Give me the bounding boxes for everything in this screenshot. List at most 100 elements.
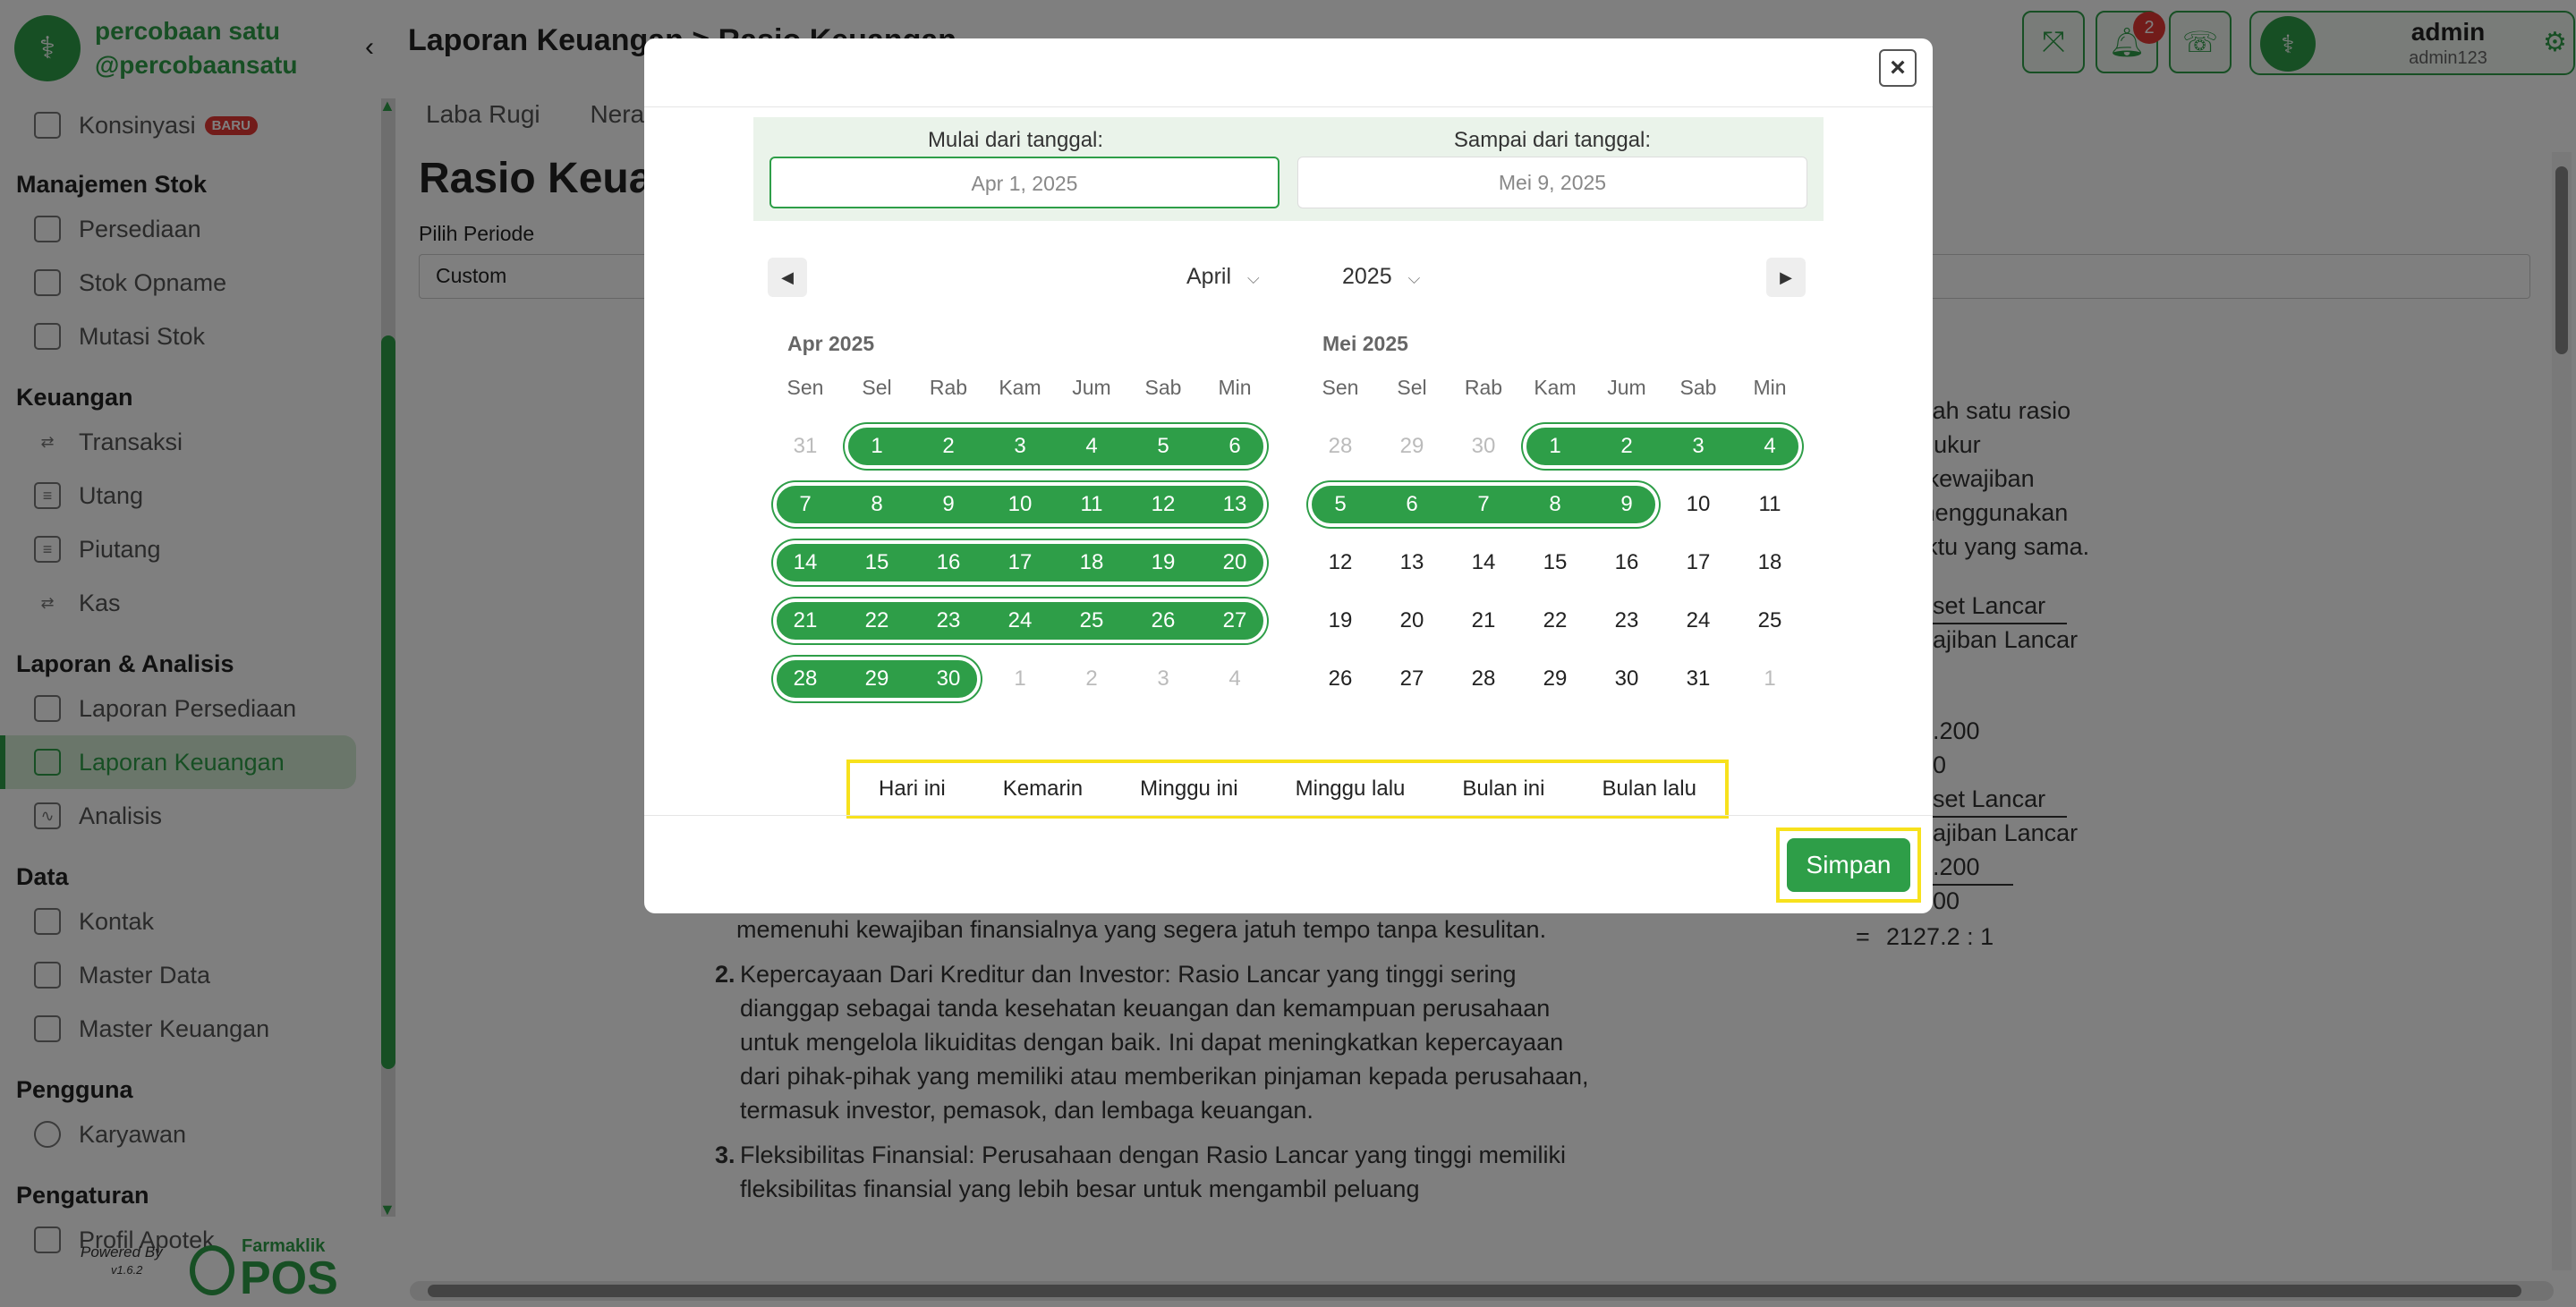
day-cell[interactable]: 28 [769, 649, 841, 708]
day-cell[interactable]: 27 [1376, 649, 1448, 708]
week-row: 26 27 28 29 30 31 1 [1305, 649, 1806, 708]
day-cell[interactable]: 29 [1519, 649, 1591, 708]
day-cell[interactable]: 16 [1591, 533, 1662, 591]
day-cell[interactable]: 28 [1448, 649, 1519, 708]
week-row: 19 20 21 22 23 24 25 [1305, 591, 1806, 649]
day-cell[interactable]: 30 [1448, 417, 1519, 475]
day-cell[interactable]: 7 [1448, 475, 1519, 533]
day-cell[interactable]: 21 [769, 591, 841, 649]
chevron-down-icon: ⌵ [1247, 269, 1260, 287]
preset-yesterday[interactable]: Kemarin [1003, 777, 1083, 802]
day-cell[interactable]: 23 [1591, 591, 1662, 649]
day-cell[interactable]: 11 [1056, 475, 1127, 533]
day-cell[interactable]: 22 [1519, 591, 1591, 649]
day-cell[interactable]: 3 [1127, 649, 1199, 708]
day-cell[interactable]: 10 [984, 475, 1056, 533]
day-cell[interactable]: 1 [1734, 649, 1806, 708]
close-button[interactable]: × [1879, 49, 1917, 87]
preset-this-week[interactable]: Minggu ini [1140, 777, 1237, 802]
day-cell[interactable]: 30 [913, 649, 984, 708]
day-cell[interactable]: 4 [1199, 649, 1271, 708]
day-cell[interactable]: 24 [1662, 591, 1734, 649]
end-date-input[interactable]: Mei 9, 2025 [1297, 157, 1807, 208]
preset-ranges: Hari ini Kemarin Minggu ini Minggu lalu … [846, 760, 1729, 819]
prev-month-button[interactable]: ◀ [768, 258, 807, 297]
day-cell[interactable]: 7 [769, 475, 841, 533]
day-cell[interactable]: 3 [984, 417, 1056, 475]
day-cell[interactable]: 2 [1591, 417, 1662, 475]
day-cell[interactable]: 30 [1591, 649, 1662, 708]
day-cell[interactable]: 5 [1305, 475, 1376, 533]
day-cell[interactable]: 9 [913, 475, 984, 533]
day-cell[interactable]: 20 [1376, 591, 1448, 649]
preset-last-week[interactable]: Minggu lalu [1296, 777, 1406, 802]
caret-right-icon: ▶ [1780, 267, 1792, 286]
day-cell[interactable]: 6 [1376, 475, 1448, 533]
start-date-input[interactable]: Apr 1, 2025 [769, 157, 1279, 208]
calendar-mei: Mei 2025 Sen Sel Rab Kam Jum Sab Min 28 29 30 … [1305, 332, 1806, 708]
day-cell[interactable]: 1 [984, 649, 1056, 708]
day-cell[interactable]: 26 [1127, 591, 1199, 649]
date-range-fields: Mulai dari tanggal: Apr 1, 2025 Sampai d… [753, 117, 1824, 221]
day-cell[interactable]: 23 [913, 591, 984, 649]
day-cell[interactable]: 16 [913, 533, 984, 591]
day-cell[interactable]: 1 [1519, 417, 1591, 475]
preset-this-month[interactable]: Bulan ini [1462, 777, 1544, 802]
preset-today[interactable]: Hari ini [879, 777, 946, 802]
day-cell[interactable]: 18 [1734, 533, 1806, 591]
week-row: 14 15 16 17 18 19 20 [769, 533, 1271, 591]
day-cell[interactable]: 25 [1734, 591, 1806, 649]
day-cell[interactable]: 19 [1305, 591, 1376, 649]
day-cell[interactable]: 28 [1305, 417, 1376, 475]
day-cell[interactable]: 3 [1662, 417, 1734, 475]
start-date-label: Mulai dari tanggal: [927, 128, 1104, 152]
day-cell[interactable]: 4 [1734, 417, 1806, 475]
day-cell[interactable]: 14 [1448, 533, 1519, 591]
caret-left-icon: ◀ [781, 267, 794, 286]
day-cell[interactable]: 18 [1056, 533, 1127, 591]
day-cell[interactable]: 31 [1662, 649, 1734, 708]
next-month-button[interactable]: ▶ [1766, 258, 1806, 297]
day-cell[interactable]: 14 [769, 533, 841, 591]
day-cell[interactable]: 17 [984, 533, 1056, 591]
day-cell[interactable]: 10 [1662, 475, 1734, 533]
divider [644, 106, 1933, 107]
day-cell[interactable]: 1 [841, 417, 913, 475]
month-select[interactable]: April ⌵ [1186, 264, 1260, 290]
calendar-title: Apr 2025 [787, 332, 875, 355]
day-cell[interactable]: 24 [984, 591, 1056, 649]
day-cell[interactable]: 29 [841, 649, 913, 708]
day-cell[interactable]: 13 [1199, 475, 1271, 533]
day-cell[interactable]: 26 [1305, 649, 1376, 708]
year-select[interactable]: 2025 ⌵ [1342, 264, 1420, 290]
day-cell[interactable]: 31 [769, 417, 841, 475]
day-cell[interactable]: 13 [1376, 533, 1448, 591]
day-cell[interactable]: 2 [913, 417, 984, 475]
preset-last-month[interactable]: Bulan lalu [1603, 777, 1696, 802]
day-cell[interactable]: 6 [1199, 417, 1271, 475]
day-cell[interactable]: 12 [1127, 475, 1199, 533]
day-cell[interactable]: 25 [1056, 591, 1127, 649]
day-cell[interactable]: 21 [1448, 591, 1519, 649]
day-cell[interactable]: 27 [1199, 591, 1271, 649]
day-cell[interactable]: 8 [841, 475, 913, 533]
save-highlight: Simpan [1776, 827, 1921, 903]
save-button[interactable]: Simpan [1787, 838, 1910, 892]
week-row: 28 29 30 1 2 3 4 [1305, 417, 1806, 475]
day-cell[interactable]: 8 [1519, 475, 1591, 533]
end-date-label: Sampai dari tanggal: [1453, 128, 1652, 152]
day-cell[interactable]: 5 [1127, 417, 1199, 475]
day-cell[interactable]: 2 [1056, 649, 1127, 708]
day-cell[interactable]: 29 [1376, 417, 1448, 475]
day-cell[interactable]: 11 [1734, 475, 1806, 533]
day-cell[interactable]: 22 [841, 591, 913, 649]
day-cell-today[interactable]: 9 [1591, 475, 1662, 533]
day-cell[interactable]: 17 [1662, 533, 1734, 591]
day-cell[interactable]: 19 [1127, 533, 1199, 591]
calendar-april: Apr 2025 Sen Sel Rab Kam Jum Sab Min 31 1 2 3 … [769, 332, 1271, 708]
day-cell[interactable]: 15 [841, 533, 913, 591]
day-cell[interactable]: 4 [1056, 417, 1127, 475]
day-cell[interactable]: 20 [1199, 533, 1271, 591]
day-cell[interactable]: 15 [1519, 533, 1591, 591]
day-cell[interactable]: 12 [1305, 533, 1376, 591]
